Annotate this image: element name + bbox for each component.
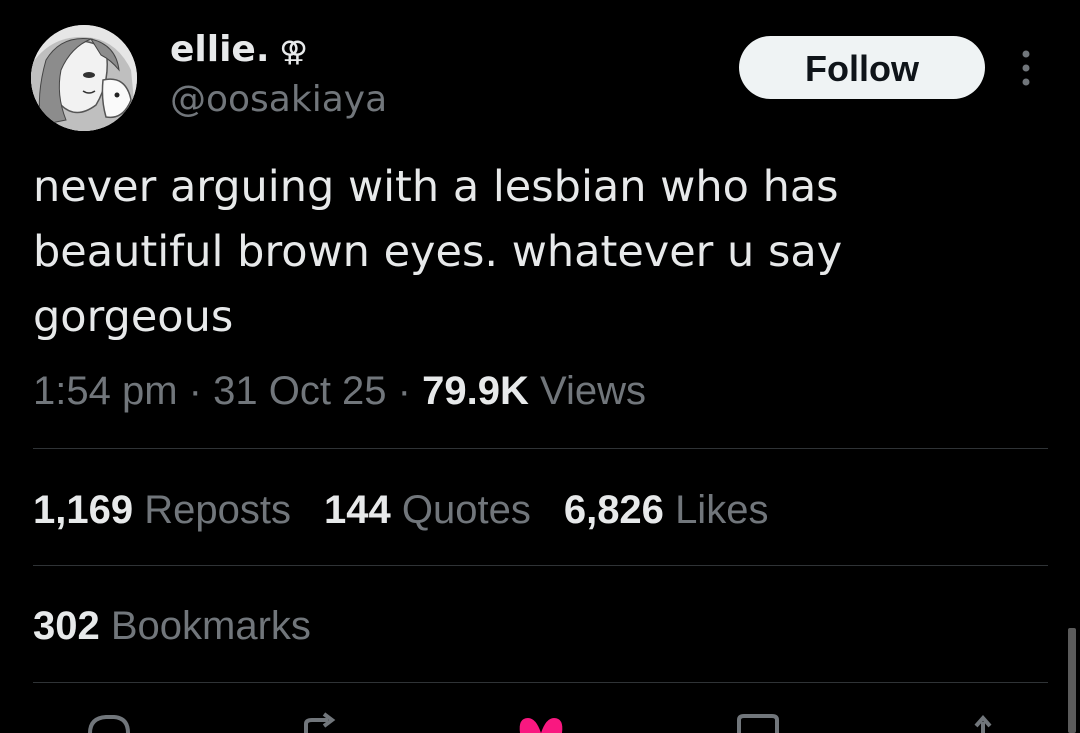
divider — [33, 682, 1048, 683]
views-count: 79.9K — [422, 369, 529, 413]
quotes-stat[interactable]: 144 Quotes — [324, 485, 531, 535]
reposts-count: 1,169 — [33, 488, 134, 532]
divider — [33, 448, 1048, 449]
share-icon[interactable] — [968, 712, 998, 733]
lesbian-symbol-icon: ⚢ — [279, 35, 308, 68]
tweet-text: never arguing with a lesbian who has bea… — [33, 162, 843, 342]
meta-separator: · — [188, 369, 202, 413]
follow-button[interactable]: Follow — [739, 36, 985, 99]
quotes-label: Quotes — [401, 488, 531, 532]
bookmarks-count: 302 — [33, 604, 100, 648]
like-icon[interactable] — [518, 712, 564, 733]
likes-label: Likes — [675, 488, 769, 532]
author-handle[interactable]: @oosakiaya — [170, 78, 387, 122]
repost-icon[interactable] — [300, 712, 346, 733]
engagement-stats: 1,169 Reposts 144 Quotes 6,826 Likes — [33, 485, 801, 535]
avatar[interactable] — [31, 25, 137, 131]
views-label: Views — [540, 369, 646, 413]
scrollbar[interactable] — [1068, 628, 1076, 733]
bookmark-icon[interactable] — [735, 712, 781, 733]
tweet-date[interactable]: 31 Oct 25 — [213, 369, 386, 413]
tweet-detail: ellie. ⚢ @oosakiaya Follow never arguing … — [0, 0, 1080, 733]
likes-stat[interactable]: 6,826 Likes — [564, 485, 769, 535]
author-display-name[interactable]: ellie. ⚢ — [170, 28, 308, 74]
bookmarks-stat[interactable]: 302 Bookmarks — [33, 601, 311, 651]
bookmarks-label: Bookmarks — [110, 604, 311, 648]
tweet-time[interactable]: 1:54 pm — [33, 369, 178, 413]
reply-icon[interactable] — [86, 712, 132, 733]
quotes-count: 144 — [323, 488, 391, 532]
reposts-label: Reposts — [144, 488, 291, 532]
meta-separator: · — [397, 369, 411, 413]
tweet-metadata: 1:54 pm · 31 Oct 25 · 79.9K Views — [33, 366, 646, 416]
reposts-stat[interactable]: 1,169 Reposts — [33, 485, 291, 535]
avatar-illustration — [31, 25, 137, 131]
more-options-icon[interactable] — [1012, 46, 1040, 90]
author-name-text: ellie. — [170, 29, 270, 70]
divider — [33, 565, 1048, 566]
likes-count: 6,826 — [563, 488, 664, 532]
